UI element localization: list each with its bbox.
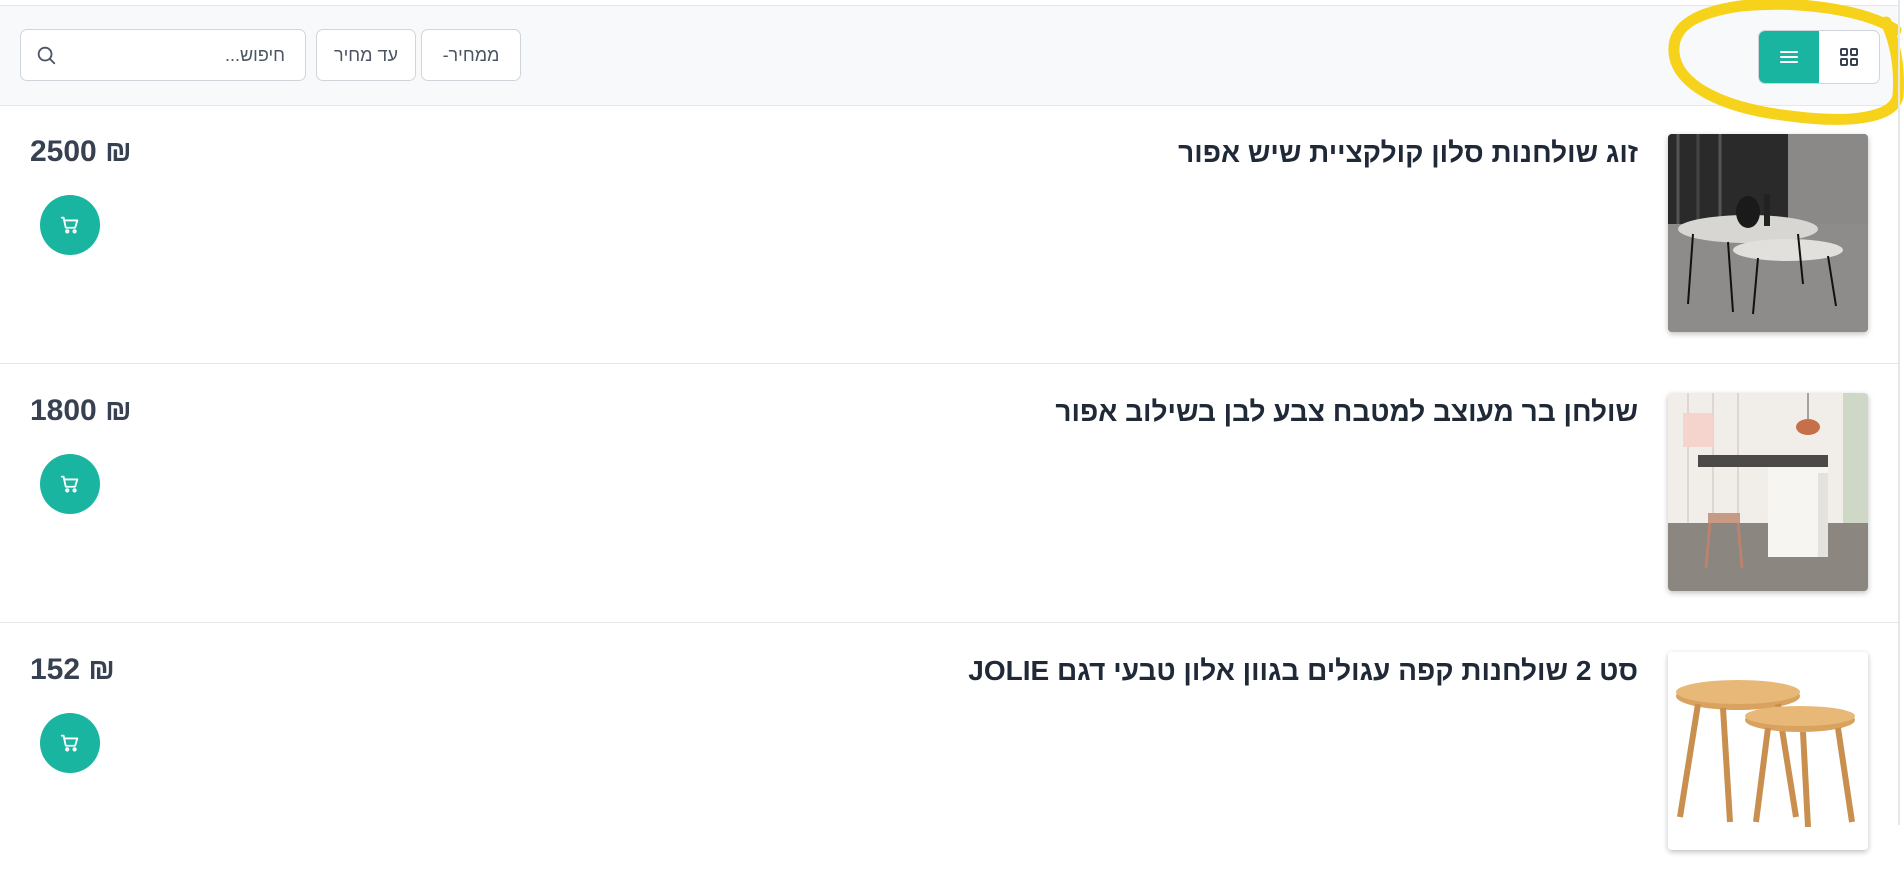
add-to-cart-button[interactable] [40, 195, 100, 255]
product-price: 2500 ₪ [30, 135, 132, 168]
product-image[interactable] [1668, 393, 1868, 591]
product-image[interactable] [1668, 134, 1868, 332]
filter-toolbar: עד מחיר ממחיר- [0, 5, 1898, 106]
price-to-button[interactable]: עד מחיר [316, 29, 416, 81]
scrollbar-track[interactable] [1898, 0, 1900, 825]
product-row: שולחן בר מעוצב למטבח צבע לבן בשילוב אפור… [0, 364, 1898, 623]
add-to-cart-button[interactable] [40, 713, 100, 773]
product-image[interactable] [1668, 652, 1868, 850]
product-title[interactable]: זוג שולחנות סלון קולקציית שיש אפור [1178, 137, 1638, 169]
product-row: סט 2 שולחנות קפה עגולים בגוון אלון טבעי … [0, 623, 1898, 881]
price-from-button[interactable]: ממחיר- [421, 29, 521, 81]
cart-icon [60, 475, 79, 493]
grid-view-button[interactable] [1819, 31, 1879, 83]
search-icon [37, 46, 56, 65]
view-toggle [1758, 30, 1880, 84]
list-view-button[interactable] [1759, 31, 1819, 83]
product-title[interactable]: סט 2 שולחנות קפה עגולים בגוון אלון טבעי … [968, 655, 1638, 687]
grid-icon [1840, 48, 1858, 66]
list-icon [1780, 51, 1798, 63]
cart-icon [60, 216, 79, 234]
product-row: זוג שולחנות סלון קולקציית שיש אפור 2500 … [0, 105, 1898, 364]
cart-icon [60, 734, 79, 752]
product-price: 1800 ₪ [30, 394, 132, 427]
product-title[interactable]: שולחן בר מעוצב למטבח צבע לבן בשילוב אפור [1055, 396, 1638, 428]
search-input[interactable] [65, 44, 285, 66]
search-field[interactable] [20, 29, 306, 81]
product-price: 152 ₪ [30, 653, 115, 686]
add-to-cart-button[interactable] [40, 454, 100, 514]
